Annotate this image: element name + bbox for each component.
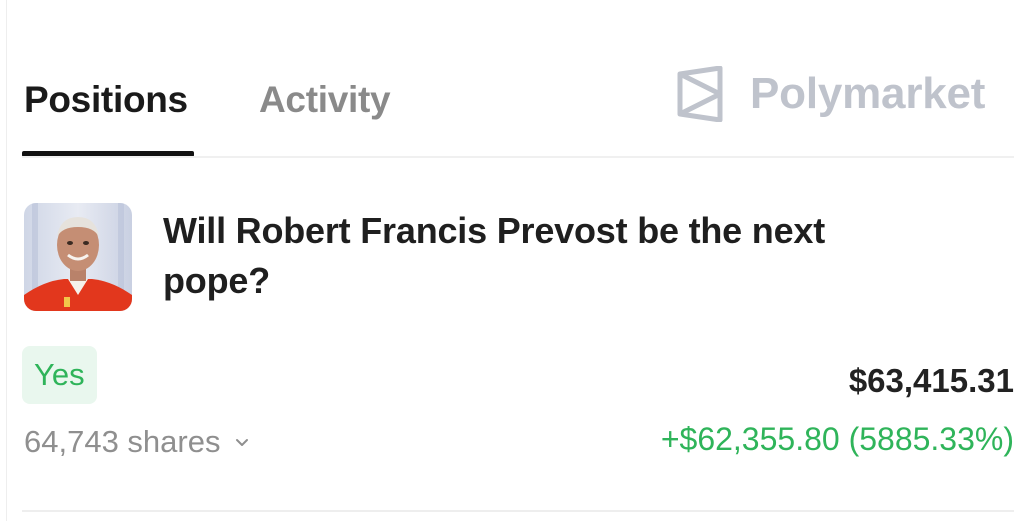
outcome-badge: Yes bbox=[22, 346, 97, 404]
tab-bar-divider bbox=[22, 156, 1014, 158]
shares-count: 64,743 shares bbox=[24, 424, 221, 459]
market-title[interactable]: Will Robert Francis Prevost be the next … bbox=[163, 206, 923, 306]
shares-dropdown[interactable]: 64,743 shares bbox=[24, 422, 250, 462]
cardinal-portrait-image bbox=[24, 203, 132, 311]
market-avatar-image[interactable] bbox=[24, 203, 132, 311]
row-divider bbox=[22, 510, 1014, 512]
polymarket-logo-icon bbox=[677, 66, 723, 122]
chevron-down-icon bbox=[236, 439, 249, 446]
outcome-label: Yes bbox=[34, 357, 85, 392]
tab-positions[interactable]: Positions bbox=[24, 78, 188, 122]
tab-bar: Positions Activity Polymarket bbox=[0, 0, 1024, 160]
positions-panel: Positions Activity Polymarket Will Rober… bbox=[0, 0, 1024, 521]
brand-name: Polymarket bbox=[750, 69, 986, 118]
brand: Polymarket bbox=[674, 66, 985, 122]
position-pnl: +$62,355.80 (5885.33%) bbox=[660, 421, 1014, 457]
position-value: $63,415.31 bbox=[848, 362, 1014, 399]
tab-activity[interactable]: Activity bbox=[259, 78, 391, 122]
